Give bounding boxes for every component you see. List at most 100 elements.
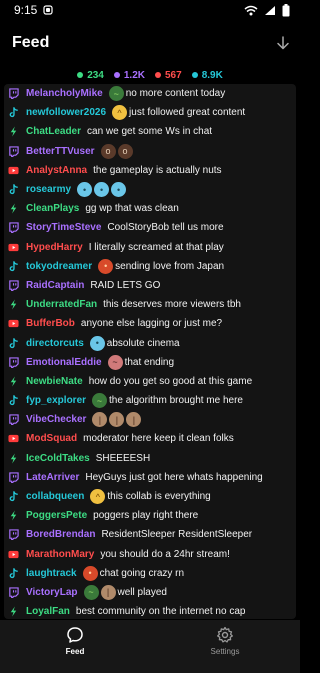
emote-red-icon: • xyxy=(82,565,98,581)
chat-username[interactable]: CleanPlays xyxy=(26,203,79,214)
notification-icon xyxy=(43,5,53,15)
chat-message-text: no more content today xyxy=(125,88,226,100)
kick-icon xyxy=(10,126,17,138)
tiktok-icon xyxy=(9,337,18,348)
chat-message-text: this collab is everything xyxy=(107,491,211,503)
chat-username[interactable]: BetterTTVuser xyxy=(26,146,95,157)
emote-blob-icon: • xyxy=(77,182,93,198)
emote-blob-icon: • xyxy=(89,335,105,351)
tab-feed[interactable]: Feed xyxy=(0,620,150,673)
chat-message-text: absolute cinema xyxy=(106,337,180,349)
twitch-icon xyxy=(9,529,19,541)
signal-icon xyxy=(265,5,275,15)
chat-message-text: sending love from Japan xyxy=(115,260,225,272)
chat-username[interactable]: PoggersPete xyxy=(26,510,87,521)
stat-dot-twitch xyxy=(113,72,120,78)
stat-value: 1.2K xyxy=(123,69,145,81)
chat-username[interactable]: fyp_explorer xyxy=(26,395,86,406)
stat-tiktok: 8.9K xyxy=(191,68,223,82)
chat-message-text: ResidentSleeper ResidentSleeper xyxy=(101,529,253,541)
chat-username[interactable]: laughtrack xyxy=(26,568,77,579)
chat-username[interactable]: BufferBob xyxy=(26,318,75,329)
kick-icon xyxy=(10,453,17,464)
chat-message-text: gg wp that was clean xyxy=(85,203,179,215)
tab-settings[interactable]: Settings xyxy=(150,620,300,673)
youtube-icon xyxy=(8,320,19,328)
chat-message: LateArriver HeyGuys just got here whats h… xyxy=(4,468,296,487)
twitch-icon xyxy=(9,222,19,234)
chat-message-text: the algorithm brought me here xyxy=(109,395,243,407)
chat-username[interactable]: RaidCaptain xyxy=(26,280,84,291)
chat-username[interactable]: AnalystAnna xyxy=(26,165,87,176)
chat-username[interactable]: LateArriver xyxy=(26,472,79,483)
emote-angel-icon: ^ xyxy=(112,105,128,121)
chat-message-text: moderator here keep it clean folks xyxy=(83,433,234,445)
chat-username[interactable]: directorcuts xyxy=(26,338,84,349)
chat-username[interactable]: newfollower2026 xyxy=(26,107,106,118)
chat-username[interactable]: collabqueen xyxy=(26,491,84,502)
chat-username[interactable]: VictoryLap xyxy=(26,587,78,598)
chat-message-text: SHEEEESH xyxy=(95,452,151,464)
kick-icon xyxy=(10,606,17,617)
emote-hand-icon: | xyxy=(92,412,108,428)
chat-username[interactable]: StoryTimeSteve xyxy=(26,222,101,233)
chat-username[interactable]: BoredBrendan xyxy=(26,529,95,540)
chat-message-text: can we get some Ws in chat xyxy=(87,126,213,138)
chat-message: ModSquad moderator here keep it clean fol… xyxy=(4,429,296,448)
tiktok-icon xyxy=(9,107,18,118)
chat-message-text: poggers play right there xyxy=(93,510,199,522)
status-time: 9:15 xyxy=(14,3,38,17)
twitch-icon xyxy=(9,472,19,483)
tab-feed-label: Feed xyxy=(65,647,85,656)
chat-message: ChatLeader can we get some Ws in chat xyxy=(4,122,296,141)
emote-eyes-icon: o xyxy=(100,143,116,159)
youtube-icon xyxy=(8,435,19,443)
chat-username[interactable]: HypedHarry xyxy=(26,242,83,253)
chat-message: BoredBrendan ResidentSleeper ResidentSlee… xyxy=(4,525,296,544)
chat-message: NewbieNate how do you get so good at this… xyxy=(4,372,296,391)
chat-message: AnalystAnna the gameplay is actually nuts xyxy=(4,161,296,180)
chat-message-text: chat going crazy rn xyxy=(99,567,185,579)
chat-username[interactable]: UnderratedFan xyxy=(26,299,97,310)
tab-settings-label: Settings xyxy=(210,647,240,656)
chat-message: RaidCaptain RAID LETS GO xyxy=(4,276,296,295)
kick-icon xyxy=(10,299,17,310)
emote-snake-icon: ~ xyxy=(92,393,108,409)
chat-username[interactable]: NewbieNate xyxy=(26,376,83,387)
chat-username[interactable]: ModSquad xyxy=(26,433,77,444)
chat-message: directorcuts • absolute cinema xyxy=(4,333,296,352)
chat-username[interactable]: MelancholyMike xyxy=(26,88,103,99)
scroll-to-bottom-icon[interactable] xyxy=(276,36,290,50)
emote-hand-icon: | xyxy=(109,412,125,428)
chat-message: VibeChecker | | | xyxy=(4,410,296,429)
chat-username[interactable]: EmotionalEddie xyxy=(26,357,102,368)
chat-username[interactable]: IceColdTakes xyxy=(26,453,90,464)
chat-username[interactable]: MarathonMary xyxy=(26,549,94,560)
chat-message-text: CoolStoryBob tell us more xyxy=(107,222,224,234)
chat-message: BufferBob anyone else lagging or just me? xyxy=(4,314,296,333)
chat-username[interactable]: rosearmy xyxy=(26,184,71,195)
chat-message: LoyalFan best community on the internet n… xyxy=(4,602,296,619)
chat-username[interactable]: ChatLeader xyxy=(26,126,81,137)
chat-feed[interactable]: MelancholyMike ~ no more content today newf… xyxy=(4,84,296,619)
app-header: Feed xyxy=(0,26,300,60)
twitch-icon xyxy=(9,88,19,100)
chat-message-text: RAID LETS GO xyxy=(90,279,161,291)
chat-username[interactable]: VibeChecker xyxy=(26,414,86,425)
chat-message-text: just followed great content xyxy=(129,107,246,119)
chat-message: PoggersPete poggers play right there xyxy=(4,506,296,525)
chat-message: HypedHarry I literally screamed at that p… xyxy=(4,238,296,257)
chat-message: UnderratedFan this deserves more viewers … xyxy=(4,295,296,314)
emote-sad-icon: ~ xyxy=(107,354,123,370)
stat-value: 8.9K xyxy=(201,69,223,81)
emote-hand-icon: | xyxy=(100,584,116,600)
youtube-icon xyxy=(8,243,19,251)
chat-username[interactable]: tokyodreamer xyxy=(26,261,92,272)
twitch-icon xyxy=(9,587,19,598)
youtube-icon xyxy=(8,550,19,558)
tab-bar: Feed Settings xyxy=(0,620,300,673)
chat-message-text: anyone else lagging or just me? xyxy=(80,318,223,330)
chat-username[interactable]: LoyalFan xyxy=(26,606,70,617)
chat-bubble-icon xyxy=(67,627,83,643)
chat-message: IceColdTakes SHEEEESH xyxy=(4,449,296,468)
